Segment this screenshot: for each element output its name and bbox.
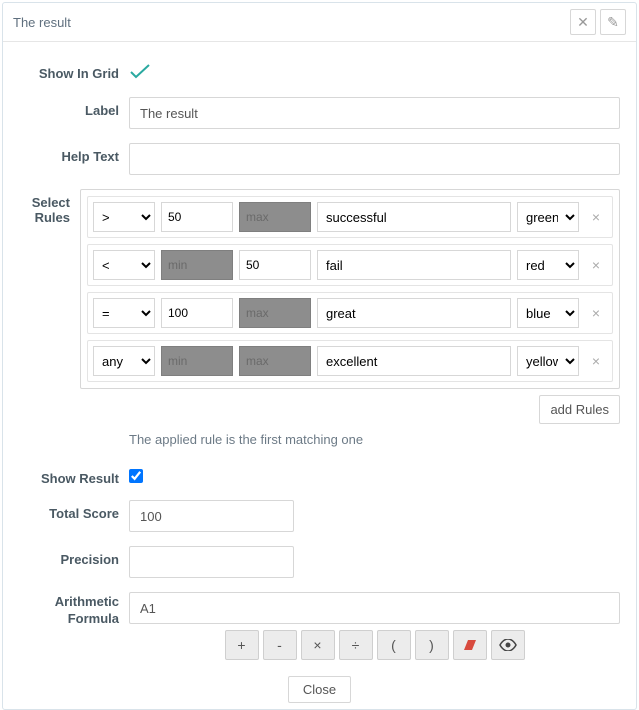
clear-button[interactable]	[453, 630, 487, 660]
row-precision: Precision	[19, 546, 620, 578]
formula-toolbar: + - × ÷ ( )	[129, 630, 620, 660]
row-help-text: Help Text	[19, 143, 620, 175]
panel-body: Show In Grid Label Help Text Select Rule…	[3, 42, 636, 672]
label-formula-line2: Formula	[68, 611, 119, 626]
close-button[interactable]: Close	[288, 676, 351, 703]
rule-operator-select[interactable]: any	[93, 346, 155, 376]
panel-footer: Close	[3, 672, 636, 709]
panel-header: The result ✕ ✎	[3, 3, 636, 42]
row-label: Label	[19, 97, 620, 129]
precision-input[interactable]	[129, 546, 294, 578]
close-icon-button[interactable]: ✕	[570, 9, 596, 35]
rule-max-input	[239, 202, 311, 232]
rule-operator-select[interactable]: >	[93, 202, 155, 232]
rule-remove-button[interactable]: ×	[585, 350, 607, 372]
rule-text-input[interactable]	[317, 250, 511, 280]
op-rparen-button[interactable]: )	[415, 630, 449, 660]
help-text-input[interactable]	[129, 143, 620, 175]
op-plus-button[interactable]: +	[225, 630, 259, 660]
preview-button[interactable]	[491, 630, 525, 660]
rule-row: < red ×	[87, 244, 613, 286]
header-actions: ✕ ✎	[570, 9, 626, 35]
rule-remove-button[interactable]: ×	[585, 302, 607, 324]
label-help-text: Help Text	[19, 143, 129, 164]
label-show-in-grid: Show In Grid	[19, 60, 129, 81]
row-formula: Arithmetic Formula + - × ÷ ( )	[19, 592, 620, 660]
rule-remove-button[interactable]: ×	[585, 254, 607, 276]
rules-hint: The applied rule is the first matching o…	[129, 432, 620, 447]
rule-operator-select[interactable]: <	[93, 250, 155, 280]
rule-text-input[interactable]	[317, 202, 511, 232]
rule-min-input[interactable]	[161, 202, 233, 232]
formula-input[interactable]	[129, 592, 620, 624]
checkmark-icon	[129, 64, 151, 80]
rule-max-input	[239, 346, 311, 376]
field-config-panel: The result ✕ ✎ Show In Grid Label	[2, 2, 637, 710]
rule-color-select[interactable]: yellow	[517, 346, 579, 376]
close-icon: ✕	[577, 14, 589, 31]
rule-remove-button[interactable]: ×	[585, 206, 607, 228]
panel-title: The result	[13, 15, 71, 30]
label-label: Label	[19, 97, 129, 118]
eye-icon	[499, 639, 517, 651]
rule-row: > green ×	[87, 196, 613, 238]
label-formula-line1: Arithmetic	[55, 594, 119, 609]
rule-row: = blue ×	[87, 292, 613, 334]
rule-max-input[interactable]	[239, 250, 311, 280]
add-rules-button[interactable]: add Rules	[539, 395, 620, 424]
pencil-icon: ✎	[607, 14, 619, 31]
row-show-result: Show Result	[19, 465, 620, 486]
total-score-input[interactable]	[129, 500, 294, 532]
rule-color-select[interactable]: green	[517, 202, 579, 232]
label-show-result: Show Result	[19, 465, 129, 486]
edit-icon-button[interactable]: ✎	[600, 9, 626, 35]
show-result-checkbox[interactable]	[129, 469, 143, 483]
show-in-grid-control[interactable]	[129, 60, 620, 83]
label-select-rules: Select Rules	[19, 189, 80, 225]
op-lparen-button[interactable]: (	[377, 630, 411, 660]
rule-min-input[interactable]	[161, 298, 233, 328]
rules-footer: add Rules	[80, 395, 620, 424]
row-total-score: Total Score	[19, 500, 620, 532]
label-formula: Arithmetic Formula	[19, 592, 129, 628]
rule-color-select[interactable]: blue	[517, 298, 579, 328]
rule-min-input	[161, 250, 233, 280]
op-times-button[interactable]: ×	[301, 630, 335, 660]
rules-container: > green × < red × = blue × any yellow ×	[80, 189, 620, 389]
row-select-rules: Select Rules > green × < red × = blue × any yellow…	[19, 189, 620, 424]
rule-color-select[interactable]: red	[517, 250, 579, 280]
eraser-icon	[462, 638, 478, 652]
label-input[interactable]	[129, 97, 620, 129]
label-precision: Precision	[19, 546, 129, 567]
op-minus-button[interactable]: -	[263, 630, 297, 660]
rule-text-input[interactable]	[317, 298, 511, 328]
row-show-in-grid: Show In Grid	[19, 60, 620, 83]
op-divide-button[interactable]: ÷	[339, 630, 373, 660]
rule-max-input	[239, 298, 311, 328]
rule-text-input[interactable]	[317, 346, 511, 376]
rule-row: any yellow ×	[87, 340, 613, 382]
rule-min-input	[161, 346, 233, 376]
rule-operator-select[interactable]: =	[93, 298, 155, 328]
label-total-score: Total Score	[19, 500, 129, 521]
